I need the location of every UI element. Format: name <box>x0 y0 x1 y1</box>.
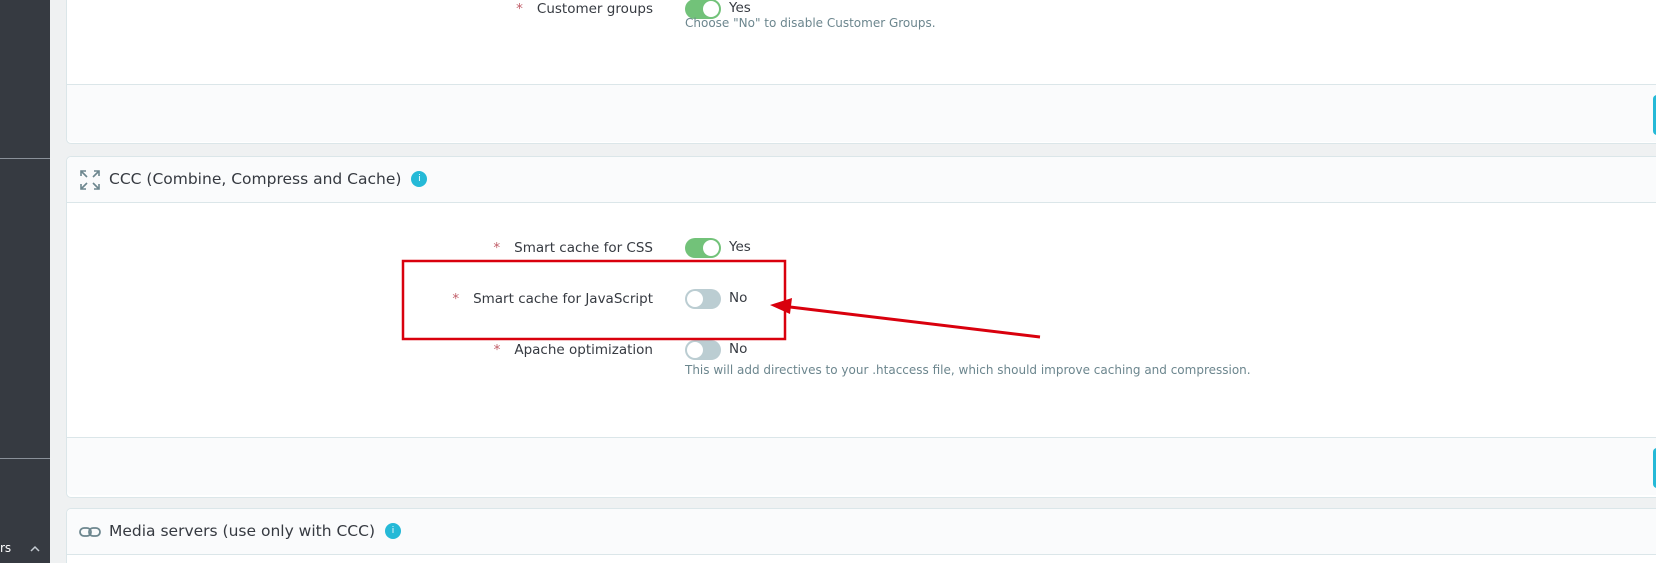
smart-cache-js-label: * Smart cache for JavaScript <box>452 291 653 307</box>
switch-knob <box>703 1 719 17</box>
switch-knob <box>687 342 703 358</box>
smart-cache-css-label: * Smart cache for CSS <box>493 240 653 256</box>
apache-optimization-label: * Apache optimization <box>493 342 653 358</box>
smart-cache-css-value: Yes <box>729 239 751 255</box>
sidebar-footer-label: rs <box>0 541 12 555</box>
sidebar-divider <box>0 458 50 459</box>
ccc-panel: CCC (Combine, Compress and Cache) i * Smar… <box>66 156 1656 498</box>
media-servers-panel: Media servers (use only with CCC) i <box>66 508 1656 563</box>
required-mark: * <box>493 342 501 358</box>
panel-footer <box>67 437 1656 495</box>
media-servers-panel-title: Media servers (use only with CCC) i <box>109 522 401 540</box>
smart-cache-css-switch[interactable] <box>685 238 721 258</box>
smart-cache-js-value: No <box>729 290 748 306</box>
media-servers-panel-header: Media servers (use only with CCC) i <box>67 509 1656 555</box>
switch-knob <box>703 240 719 256</box>
smart-cache-css-row: * Smart cache for CSS Yes <box>67 236 1656 262</box>
required-mark: * <box>516 1 523 17</box>
info-icon[interactable]: i <box>385 522 401 539</box>
required-mark: * <box>452 291 460 307</box>
sidebar: rs <box>0 0 50 563</box>
expand-arrows-icon <box>80 170 100 190</box>
info-icon[interactable]: i <box>411 170 428 187</box>
apache-optimization-value: No <box>729 341 748 357</box>
ccc-panel-header: CCC (Combine, Compress and Cache) i <box>67 157 1656 203</box>
smart-cache-js-switch[interactable] <box>685 289 721 309</box>
customer-groups-help: Choose "No" to disable Customer Groups. <box>685 16 936 30</box>
switch-knob <box>687 291 703 307</box>
sidebar-collapse-toggle[interactable]: rs <box>0 535 50 563</box>
smart-cache-js-row: * Smart cache for JavaScript No <box>67 287 1656 313</box>
sidebar-divider <box>0 158 50 159</box>
ccc-panel-title: CCC (Combine, Compress and Cache) i <box>109 170 428 188</box>
apache-optimization-row: * Apache optimization No <box>67 338 1656 364</box>
customer-groups-switch-value: Yes <box>729 0 751 16</box>
panel-footer <box>67 84 1656 142</box>
link-icon <box>79 527 101 537</box>
apache-optimization-help: This will add directives to your .htacce… <box>685 363 1251 377</box>
required-mark: * <box>493 240 501 256</box>
customer-groups-label: * Customer groups <box>516 1 653 17</box>
chevron-up-icon <box>30 545 40 552</box>
customer-groups-panel: * Customer groups Yes Choose "No" to disa… <box>66 0 1656 144</box>
apache-optimization-switch[interactable] <box>685 340 721 360</box>
